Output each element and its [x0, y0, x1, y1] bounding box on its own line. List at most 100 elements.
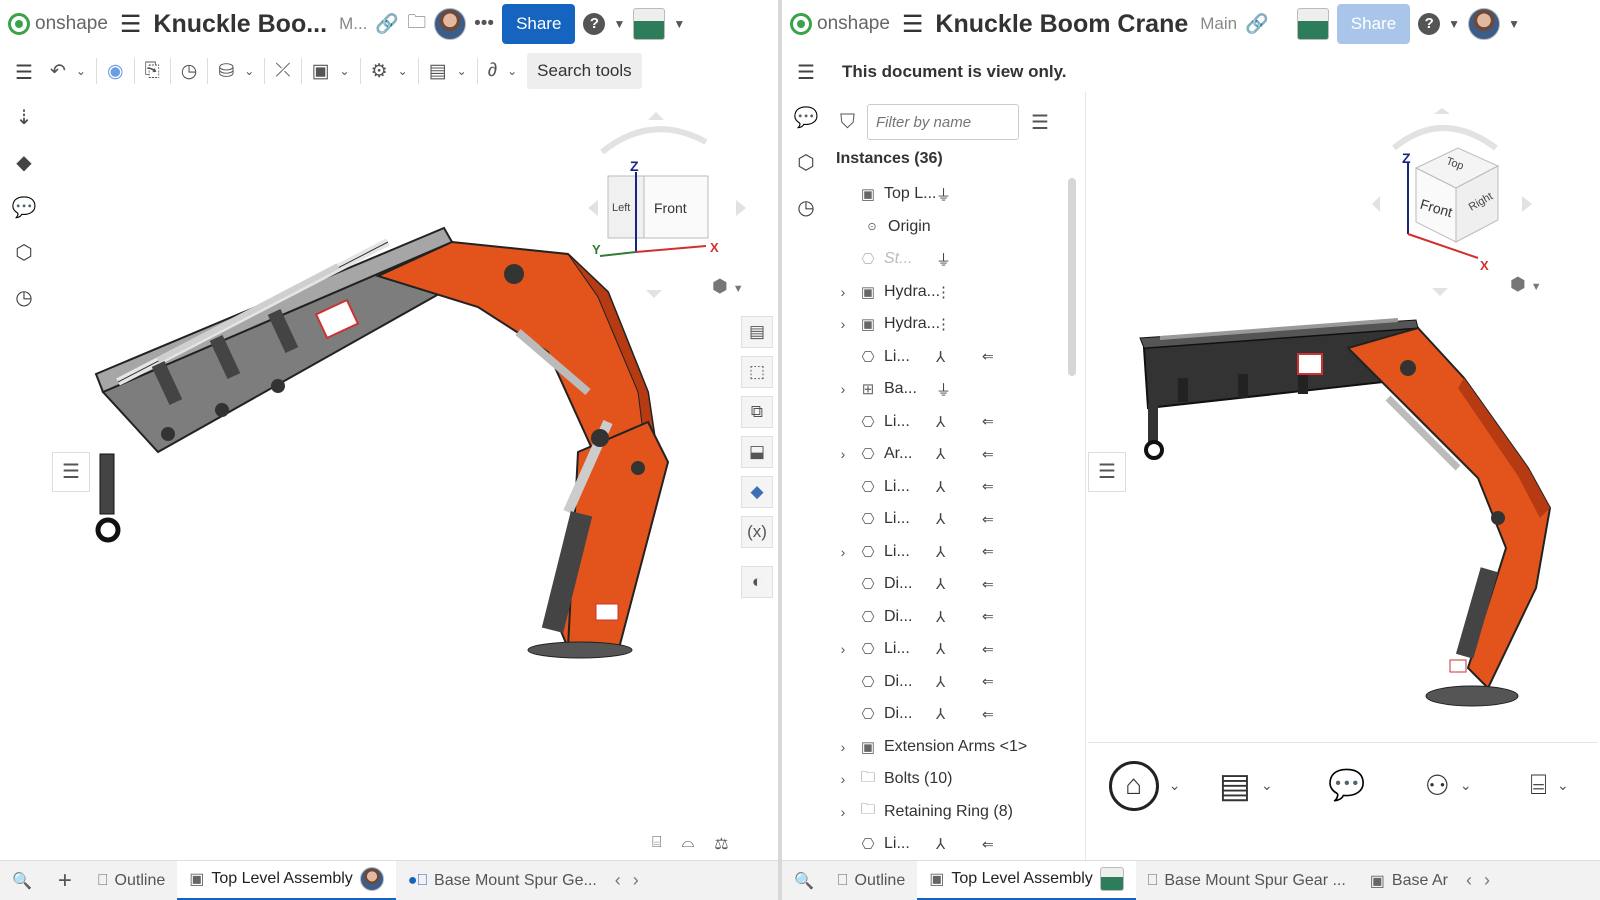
- share-button[interactable]: Share: [502, 4, 576, 44]
- tab-base-mount[interactable]: ●⎕ Base Mount Spur Ge...: [396, 861, 609, 900]
- tab-top-level-assembly[interactable]: ▣ Top Level Assembly: [917, 860, 1136, 900]
- menu-icon[interactable]: ☰: [120, 10, 142, 39]
- instance-row[interactable]: ⎔ Di... ⅄ ⇐: [830, 698, 1076, 731]
- instance-row[interactable]: ⎔ Di... ⅄ ⇐: [830, 568, 1076, 601]
- workspace-name[interactable]: M...: [339, 14, 367, 34]
- chevron-down-icon[interactable]: ⌄: [1169, 777, 1181, 794]
- instance-row[interactable]: › ⎔ Li... ⅄ ⇐: [830, 633, 1076, 666]
- instance-row[interactable]: ⎔ Li... ⅄ ⇐: [830, 471, 1076, 504]
- user-avatar[interactable]: [1296, 8, 1329, 40]
- instance-row[interactable]: ⎔ Li... ⅄ ⇐: [830, 503, 1076, 536]
- instance-row[interactable]: ⎔ Li... ⅄ ⇐: [830, 828, 1076, 860]
- instance-row[interactable]: › ▣ Extension Arms <1>: [830, 731, 1076, 764]
- tab-top-level-assembly[interactable]: ▣ Top Level Assembly: [177, 860, 396, 900]
- history-icon[interactable]: ◷: [11, 285, 37, 310]
- expand-chevron-icon[interactable]: ›: [830, 641, 856, 657]
- mate-connector-icon[interactable]: ⤫: [275, 60, 290, 82]
- home-button[interactable]: ⌂ ⌄: [1096, 751, 1193, 821]
- help-icon[interactable]: ?: [583, 13, 606, 35]
- view-cube[interactable]: Z Top Front Right X: [1368, 108, 1548, 298]
- animate-icon[interactable]: ∂: [488, 60, 497, 82]
- chevron-down-icon[interactable]: ⌄: [457, 64, 467, 78]
- scroll-right-icon[interactable]: ›: [1478, 870, 1496, 891]
- instance-row[interactable]: ⎔ St... ⏚: [830, 243, 1076, 276]
- add-tab-button[interactable]: +: [44, 867, 86, 895]
- instance-row[interactable]: › ⎔ Ar... ⅄ ⇐: [830, 438, 1076, 471]
- add-instance-icon[interactable]: ⇣: [11, 105, 37, 130]
- view-options-icon[interactable]: ⬢ ▼: [712, 276, 744, 297]
- appearance-icon[interactable]: ◆: [11, 150, 37, 175]
- link-icon[interactable]: 🔗: [1245, 12, 1269, 36]
- feature-list-icon[interactable]: ☰: [793, 60, 819, 85]
- instance-row[interactable]: › ▣ Hydra... ⋮: [830, 276, 1076, 309]
- explode-button[interactable]: ⚇ ⌄: [1400, 751, 1497, 821]
- filter-input[interactable]: [867, 104, 1019, 140]
- workspace-name[interactable]: Main: [1200, 14, 1237, 34]
- expand-chevron-icon[interactable]: ›: [830, 739, 856, 755]
- parts-icon[interactable]: ⬡: [793, 150, 819, 175]
- chevron-down-icon[interactable]: ⌄: [398, 64, 408, 78]
- tab-base-mount[interactable]: ⎕ Base Mount Spur Gear ...: [1136, 861, 1358, 900]
- history-icon[interactable]: ◷: [793, 195, 819, 220]
- expand-chevron-icon[interactable]: ›: [830, 284, 856, 300]
- search-tabs-icon[interactable]: 🔍: [0, 861, 44, 900]
- chevron-down-icon[interactable]: ⌄: [76, 64, 86, 78]
- instance-row[interactable]: ⎔ Di... ⅄ ⇐: [830, 666, 1076, 699]
- instance-row[interactable]: › ⊞ Ba... ⏚: [830, 373, 1076, 406]
- view-cube[interactable]: Z Left Front X Y: [588, 112, 758, 302]
- render-icon[interactable]: ◆: [741, 476, 773, 508]
- tab-base-arm[interactable]: ▣ Base Ar: [1358, 861, 1460, 900]
- view-icon[interactable]: ⬚: [741, 356, 773, 388]
- scroll-left-icon[interactable]: ‹: [1460, 870, 1478, 891]
- display-states-icon[interactable]: ▤: [429, 60, 447, 83]
- measure-icon[interactable]: ⬓: [741, 436, 773, 468]
- replicate-icon[interactable]: ⎘: [145, 60, 160, 82]
- document-title[interactable]: Knuckle Boo...: [153, 10, 327, 39]
- clock-icon[interactable]: ◷: [181, 60, 198, 83]
- help-icon[interactable]: ?: [1418, 13, 1441, 35]
- instance-row[interactable]: ⎔ Di... ⅄ ⇐: [830, 601, 1076, 634]
- scroll-right-icon[interactable]: ›: [627, 870, 645, 891]
- feature-list-toggle[interactable]: ☰: [52, 452, 90, 492]
- instance-row[interactable]: › 🗀 Retaining Ring (8): [830, 796, 1076, 829]
- cylinder-icon[interactable]: ⛁: [218, 60, 234, 83]
- chevron-down-icon[interactable]: ⌄: [507, 64, 517, 78]
- cube-face-left[interactable]: Left: [612, 202, 630, 214]
- link-icon[interactable]: 🔗: [375, 12, 399, 36]
- search-tools-button[interactable]: Search tools: [527, 53, 642, 89]
- chevron-down-icon[interactable]: ⌄: [340, 64, 350, 78]
- instance-row[interactable]: › ⎔ Li... ⅄ ⇐: [830, 536, 1076, 569]
- graphics-area[interactable]: Z Top Front Right X ⬢ ▼: [1088, 48, 1600, 738]
- chevron-down-icon[interactable]: ⌄: [1557, 777, 1569, 794]
- expand-chevron-icon[interactable]: ›: [830, 771, 856, 787]
- tab-outline[interactable]: ⎕ Outline: [86, 861, 177, 900]
- chevron-down-icon[interactable]: ▼: [1508, 17, 1520, 31]
- graphics-area[interactable]: Z Left Front X Y ⬢ ▼: [48, 92, 776, 858]
- list-icon[interactable]: ▤: [741, 316, 773, 348]
- user-avatar[interactable]: [633, 8, 666, 40]
- chevron-down-icon[interactable]: ⌄: [1460, 777, 1472, 794]
- instance-row[interactable]: › ▣ Hydra... ⋮: [830, 308, 1076, 341]
- instance-row[interactable]: ⎔ Li... ⅄ ⇐: [830, 406, 1076, 439]
- instance-row[interactable]: ▣ Top L... ⏚: [830, 178, 1076, 211]
- measure-button[interactable]: ⌸ ⌄: [1501, 751, 1598, 821]
- parts-icon[interactable]: ⬡: [11, 240, 37, 265]
- tab-outline[interactable]: ⎕ Outline: [826, 861, 917, 900]
- avatar[interactable]: [1468, 8, 1501, 40]
- camera-icon[interactable]: ⌸: [652, 834, 662, 854]
- chevron-down-icon[interactable]: ▼: [673, 17, 685, 31]
- document-title[interactable]: Knuckle Boom Crane: [935, 10, 1188, 39]
- comment-button[interactable]: 💬: [1298, 751, 1395, 821]
- dome-icon[interactable]: ⌓: [682, 834, 695, 854]
- undo-icon[interactable]: ↶: [50, 60, 66, 83]
- expand-chevron-icon[interactable]: ›: [830, 544, 856, 560]
- cube-face-front[interactable]: Front: [654, 200, 687, 216]
- gauge-icon[interactable]: ◐: [741, 566, 773, 598]
- comment-icon[interactable]: 💬: [11, 195, 37, 220]
- scroll-left-icon[interactable]: ‹: [609, 870, 627, 891]
- expand-chevron-icon[interactable]: ›: [830, 381, 856, 397]
- view-options-icon[interactable]: ⬢ ▼: [1510, 274, 1542, 295]
- comment-icon[interactable]: 💬: [793, 105, 819, 130]
- expand-chevron-icon[interactable]: ›: [830, 804, 856, 820]
- scale-icon[interactable]: ⚖: [714, 834, 728, 854]
